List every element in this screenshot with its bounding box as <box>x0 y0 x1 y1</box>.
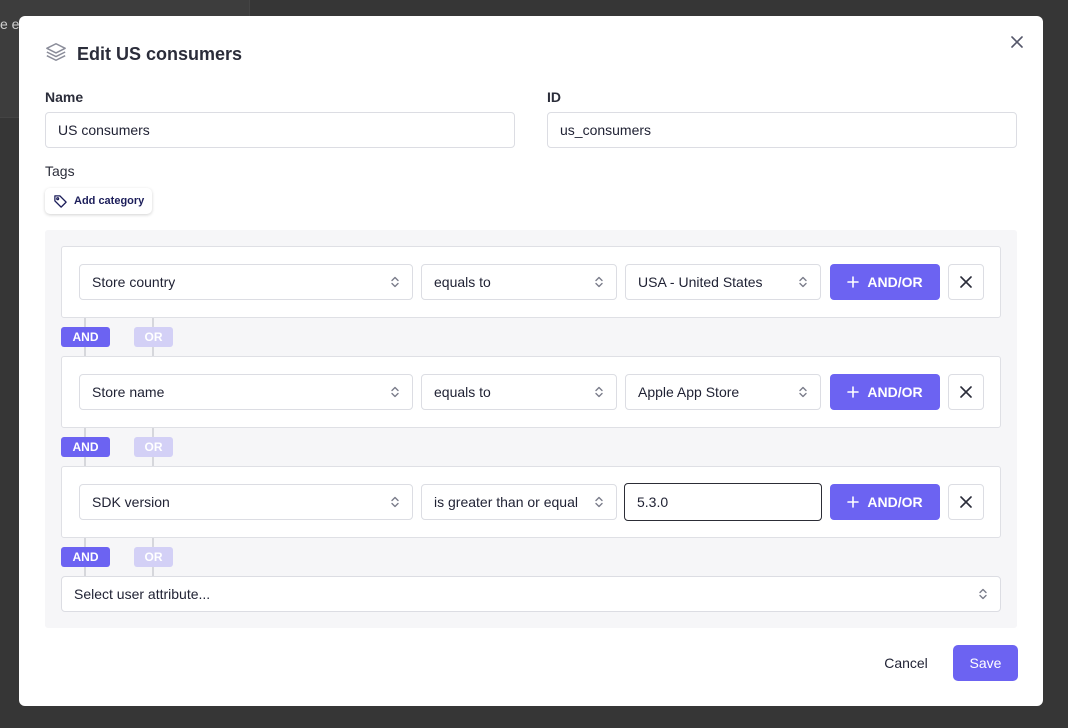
value-input[interactable]: 5.3.0 <box>624 483 822 521</box>
tag-icon <box>54 194 67 208</box>
rules-area: Store country equals to USA - United Sta… <box>45 230 1017 628</box>
and-toggle[interactable]: AND <box>61 437 110 457</box>
andor-button[interactable]: AND/OR <box>830 374 940 410</box>
remove-rule-button[interactable] <box>948 264 984 300</box>
operator-select[interactable]: equals to <box>421 264 617 300</box>
rule-connector: AND OR <box>61 428 181 466</box>
close-icon <box>960 386 972 398</box>
value-select[interactable]: USA - United States <box>625 264 821 300</box>
plus-icon <box>847 386 860 398</box>
close-button[interactable] <box>1007 32 1027 52</box>
value-value: Apple App Store <box>638 384 740 400</box>
close-icon <box>960 276 972 288</box>
chevron-updown-icon <box>595 386 603 398</box>
user-attribute-select[interactable]: Select user attribute... <box>61 576 1001 612</box>
id-input[interactable]: us_consumers <box>547 112 1017 148</box>
attribute-value: Store name <box>92 384 165 400</box>
user-attribute-placeholder: Select user attribute... <box>74 586 211 602</box>
plus-icon <box>847 276 860 288</box>
name-label: Name <box>45 89 84 105</box>
attribute-value: Store country <box>92 274 176 290</box>
andor-label: AND/OR <box>867 384 923 400</box>
rule-row: Store country equals to USA - United Sta… <box>61 246 1001 318</box>
operator-value: equals to <box>434 384 491 400</box>
modal-header: Edit US consumers <box>45 41 242 68</box>
rule-connector: AND OR <box>61 538 181 576</box>
or-toggle[interactable]: OR <box>134 547 173 567</box>
cancel-button[interactable]: Cancel <box>869 645 943 681</box>
operator-select[interactable]: is greater than or equal <box>421 484 617 520</box>
layers-icon <box>45 41 67 68</box>
attribute-select[interactable]: Store country <box>79 264 413 300</box>
andor-button[interactable]: AND/OR <box>830 484 940 520</box>
chevron-updown-icon <box>391 386 399 398</box>
chevron-updown-icon <box>595 496 603 508</box>
id-label: ID <box>547 89 561 105</box>
attribute-select[interactable]: Store name <box>79 374 413 410</box>
remove-rule-button[interactable] <box>948 374 984 410</box>
save-button[interactable]: Save <box>953 645 1018 681</box>
value-value: USA - United States <box>638 274 763 290</box>
add-category-label: Add category <box>74 195 145 207</box>
modal-title: Edit US consumers <box>77 44 243 64</box>
add-category-button[interactable]: Add category <box>45 188 153 214</box>
andor-label: AND/OR <box>867 494 923 510</box>
chevron-updown-icon <box>799 276 807 288</box>
andor-button[interactable]: AND/OR <box>830 264 940 300</box>
andor-label: AND/OR <box>867 274 923 290</box>
operator-value: is greater than or equal <box>434 494 578 510</box>
edit-segment-modal: Edit US consumers Name US consumers ID u… <box>19 16 1043 706</box>
remove-rule-button[interactable] <box>948 484 984 520</box>
and-toggle[interactable]: AND <box>61 547 110 567</box>
tags-label: Tags <box>45 163 75 179</box>
attribute-value: SDK version <box>92 494 170 510</box>
chevron-updown-icon <box>595 276 603 288</box>
rule-connector: AND OR <box>61 318 181 356</box>
chevron-updown-icon <box>979 588 987 600</box>
plus-icon <box>847 496 860 508</box>
chevron-updown-icon <box>391 276 399 288</box>
and-toggle[interactable]: AND <box>61 327 110 347</box>
name-input[interactable]: US consumers <box>45 112 515 148</box>
attribute-select[interactable]: SDK version <box>79 484 413 520</box>
chevron-updown-icon <box>391 496 399 508</box>
chevron-updown-icon <box>799 386 807 398</box>
operator-select[interactable]: equals to <box>421 374 617 410</box>
or-toggle[interactable]: OR <box>134 437 173 457</box>
value-select[interactable]: Apple App Store <box>625 374 821 410</box>
rule-row: SDK version is greater than or equal 5.3… <box>61 466 1001 538</box>
rule-row: Store name equals to Apple App Store AND… <box>61 356 1001 428</box>
close-icon <box>1011 36 1023 48</box>
close-icon <box>960 496 972 508</box>
or-toggle[interactable]: OR <box>134 327 173 347</box>
background-text: e e <box>0 16 20 32</box>
operator-value: equals to <box>434 274 491 290</box>
